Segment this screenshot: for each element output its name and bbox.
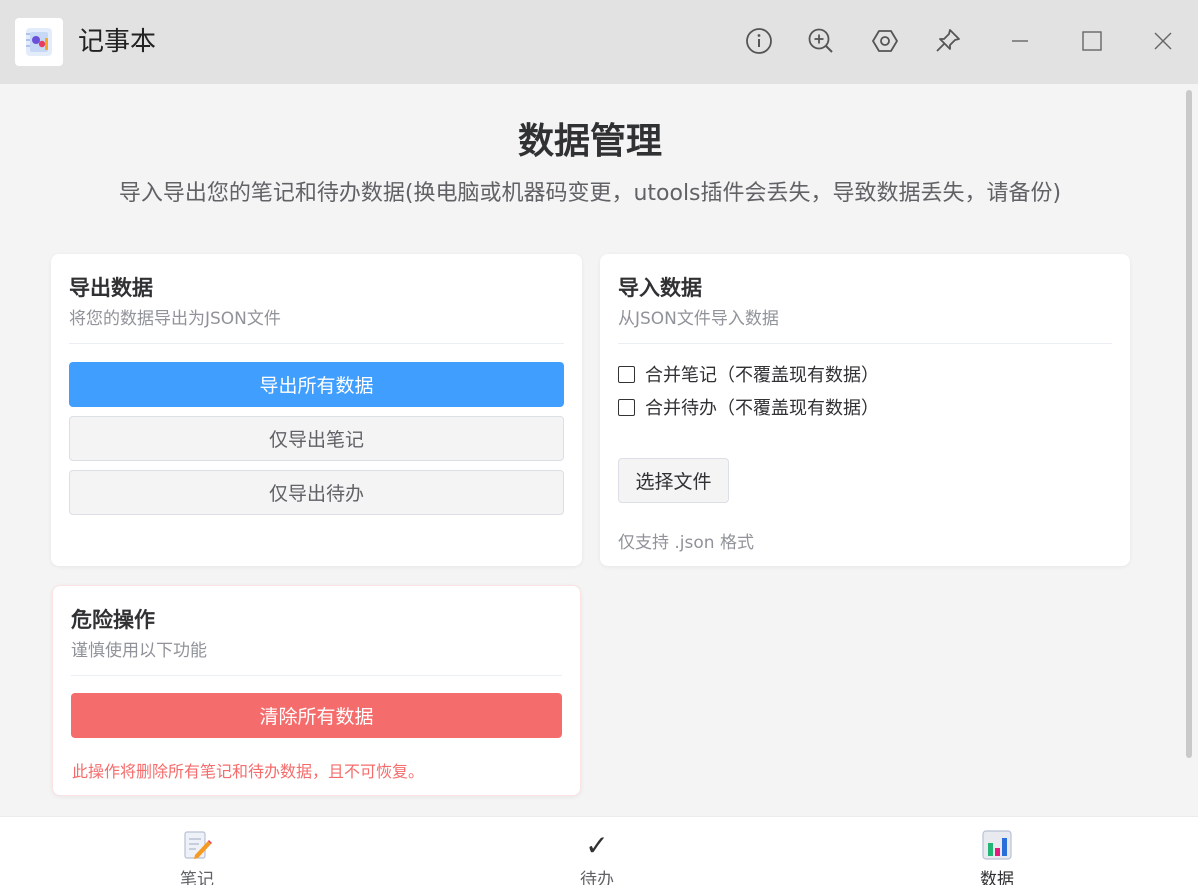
maximize-icon [1082,31,1102,51]
notebook-logo-icon [26,28,52,56]
import-card-title: 导入数据 [618,276,702,300]
checkmark-icon: ✓ [585,828,609,862]
merge-todos-checkbox-row[interactable]: 合并待办（不覆盖现有数据） [618,395,879,419]
export-todos-button[interactable]: 仅导出待办 [69,470,564,515]
merge-notes-checkbox[interactable] [618,365,635,383]
app-title: 记事本 [78,27,157,57]
nav-item-todos[interactable]: ✓ 待办 [497,817,697,885]
nav-label-notes: 笔记 [180,870,214,885]
minimize-icon [1012,40,1028,42]
merge-todos-label: 合并待办（不覆盖现有数据） [645,398,879,419]
nav-label-todos: 待办 [580,870,614,885]
import-card: 导入数据 从JSON文件导入数据 合并笔记（不覆盖现有数据） 合并待办（不覆盖现… [600,254,1130,566]
main-content: 数据管理 导入导出您的笔记和待办数据(换电脑或机器码变更，utools插件会丢失… [0,84,1198,816]
export-card: 导出数据 将您的数据导出为JSON文件 导出所有数据 仅导出笔记 仅导出待办 [51,254,582,566]
scrollbar[interactable] [1186,90,1192,758]
memo-icon [181,829,213,861]
settings-button[interactable] [870,26,900,56]
export-card-title: 导出数据 [69,276,153,300]
nav-item-notes[interactable]: 笔记 [97,817,297,885]
danger-card: 危险操作 谨慎使用以下功能 清除所有数据 此操作将删除所有笔记和待办数据，且不可… [52,585,581,796]
nav-label-data: 数据 [980,870,1014,885]
close-icon [1154,32,1172,50]
divider [69,343,564,344]
zoom-in-icon [808,28,833,53]
clear-all-data-button[interactable]: 清除所有数据 [71,693,562,738]
export-card-desc: 将您的数据导出为JSON文件 [69,309,281,329]
export-all-button[interactable]: 导出所有数据 [69,362,564,407]
app-logo [15,18,63,66]
pin-button[interactable] [933,26,963,56]
import-card-desc: 从JSON文件导入数据 [618,309,779,329]
maximize-button[interactable] [1077,26,1107,56]
danger-card-desc: 谨慎使用以下功能 [71,641,207,661]
pin-icon [936,29,960,52]
settings-icon [872,30,898,52]
divider [71,675,562,676]
merge-todos-checkbox[interactable] [618,398,635,416]
merge-notes-label: 合并笔记（不覆盖现有数据） [645,365,879,386]
merge-notes-checkbox-row[interactable]: 合并笔记（不覆盖现有数据） [618,362,879,386]
title-bar: 记事本 [0,0,1198,84]
divider [618,343,1112,344]
danger-card-title: 危险操作 [71,608,155,632]
bar-chart-icon [981,829,1013,861]
page-title: 数据管理 [517,121,662,162]
info-icon [746,28,772,54]
select-file-button[interactable]: 选择文件 [618,458,729,503]
zoom-in-button[interactable] [806,26,836,56]
nav-item-data[interactable]: 数据 [897,817,1097,885]
danger-warning-text: 此操作将删除所有笔记和待办数据，且不可恢复。 [72,762,425,781]
close-button[interactable] [1148,26,1178,56]
page-subtitle: 导入导出您的笔记和待办数据(换电脑或机器码变更，utools插件会丢失，导致数据… [118,181,1062,206]
bottom-nav: 笔记 ✓ 待办 数据 [0,816,1198,885]
file-format-hint: 仅支持 .json 格式 [618,533,754,553]
info-button[interactable] [744,26,774,56]
export-notes-button[interactable]: 仅导出笔记 [69,416,564,461]
minimize-button[interactable] [1005,26,1035,56]
